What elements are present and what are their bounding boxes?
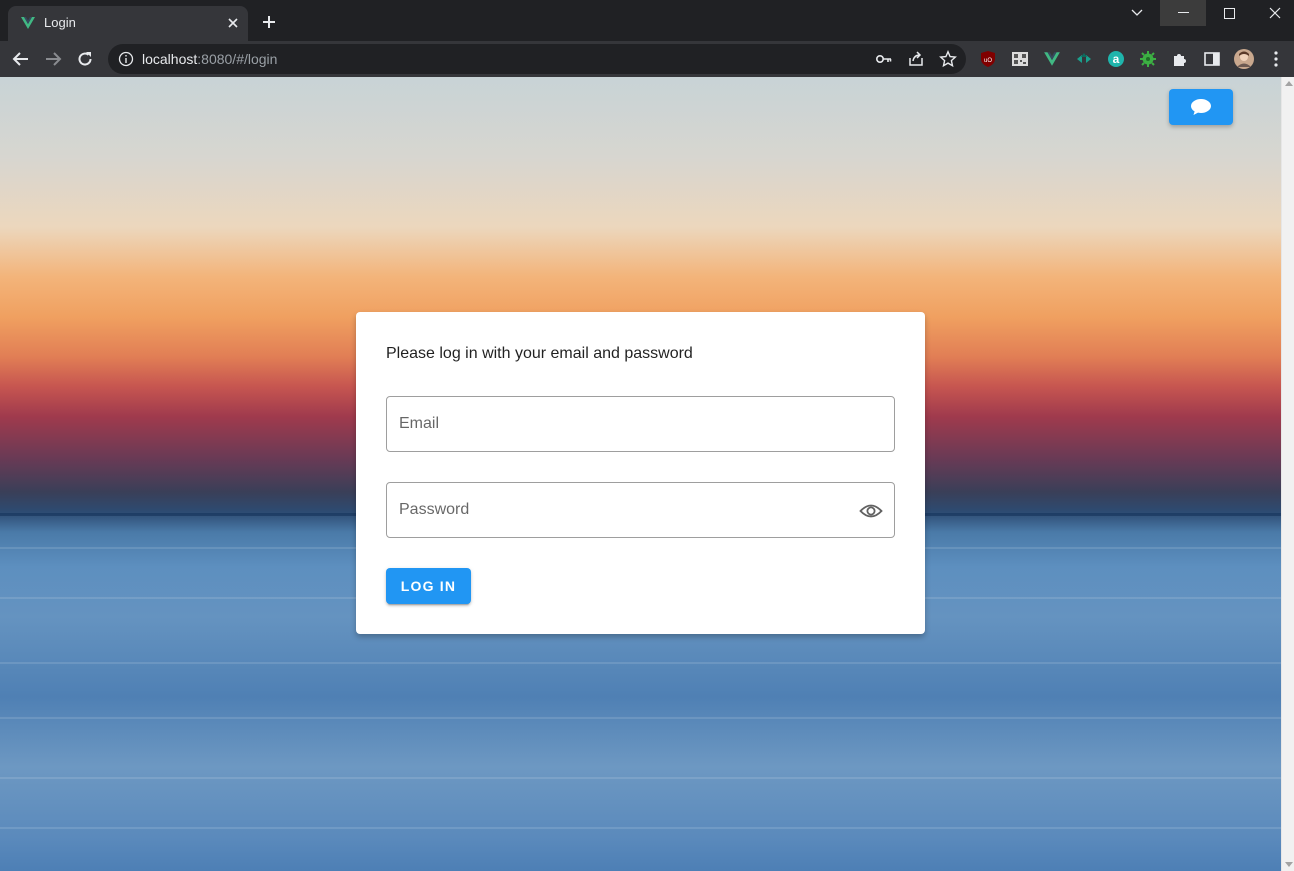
- window-close-button[interactable]: [1252, 0, 1294, 26]
- vue-logo-icon: [21, 17, 35, 29]
- arrow-left-icon: [12, 52, 28, 66]
- reload-button[interactable]: [72, 46, 98, 72]
- bug-ext-icon[interactable]: [1138, 49, 1158, 69]
- background-streak: [0, 662, 1281, 664]
- a-ext-icon[interactable]: a: [1106, 49, 1126, 69]
- vue-devtools-icon[interactable]: [1042, 49, 1062, 69]
- back-button[interactable]: [8, 46, 34, 72]
- svg-text:a: a: [1113, 52, 1120, 66]
- minimize-button[interactable]: [1160, 0, 1206, 26]
- background-streak: [0, 827, 1281, 829]
- login-card: Please log in with your email and passwo…: [356, 312, 925, 634]
- url-text[interactable]: localhost:8080/#/login: [142, 51, 277, 67]
- ublock-icon[interactable]: uO: [978, 49, 998, 69]
- arrow-right-icon: [46, 52, 62, 66]
- forward-button[interactable]: [40, 46, 66, 72]
- tab-title: Login: [44, 15, 76, 30]
- email-field[interactable]: [386, 396, 895, 452]
- chat-bubble-icon: [1191, 99, 1211, 115]
- tab-strip: Login: [0, 0, 1294, 41]
- login-button[interactable]: LOG IN: [386, 568, 471, 604]
- scroll-down-arrow[interactable]: [1285, 862, 1293, 867]
- arrow-ext-icon[interactable]: [1074, 49, 1094, 69]
- chevron-down-icon: [1131, 9, 1143, 16]
- eye-icon[interactable]: [859, 501, 883, 521]
- star-icon[interactable]: [939, 50, 957, 68]
- maximize-icon: [1223, 7, 1235, 19]
- background-streak: [0, 777, 1281, 779]
- kebab-menu-icon[interactable]: [1266, 49, 1286, 69]
- password-input[interactable]: [387, 483, 894, 537]
- background-streak: [0, 717, 1281, 719]
- minimize-icon: [1177, 12, 1189, 13]
- key-icon[interactable]: [875, 50, 893, 68]
- puzzle-icon[interactable]: [1170, 49, 1190, 69]
- scroll-up-arrow[interactable]: [1285, 81, 1293, 86]
- url-path: :8080/#/login: [197, 51, 278, 67]
- info-icon[interactable]: [118, 51, 134, 67]
- maximize-button[interactable]: [1206, 0, 1252, 26]
- login-title: Please log in with your email and passwo…: [386, 345, 693, 362]
- url-host: localhost: [142, 51, 198, 67]
- reload-icon: [78, 52, 92, 66]
- svg-text:uO: uO: [984, 58, 992, 64]
- qr-icon[interactable]: [1010, 49, 1030, 69]
- browser-tab[interactable]: Login: [8, 6, 248, 41]
- address-bar[interactable]: localhost:8080/#/login: [108, 44, 966, 74]
- sidepanel-icon[interactable]: [1202, 49, 1222, 69]
- profile-avatar[interactable]: [1234, 49, 1254, 69]
- page-viewport: Please log in with your email and passwo…: [0, 77, 1281, 871]
- new-tab-icon[interactable]: [260, 13, 278, 31]
- browser-toolbar: localhost:8080/#/login uO a: [0, 41, 1294, 77]
- password-field[interactable]: [386, 482, 895, 538]
- close-icon[interactable]: [224, 14, 242, 32]
- close-icon: [1269, 7, 1281, 19]
- page-scrollbar[interactable]: [1281, 77, 1294, 871]
- email-input[interactable]: [387, 397, 894, 451]
- tab-search-button[interactable]: [1114, 0, 1160, 26]
- share-icon[interactable]: [907, 50, 925, 68]
- chat-button[interactable]: [1169, 89, 1233, 125]
